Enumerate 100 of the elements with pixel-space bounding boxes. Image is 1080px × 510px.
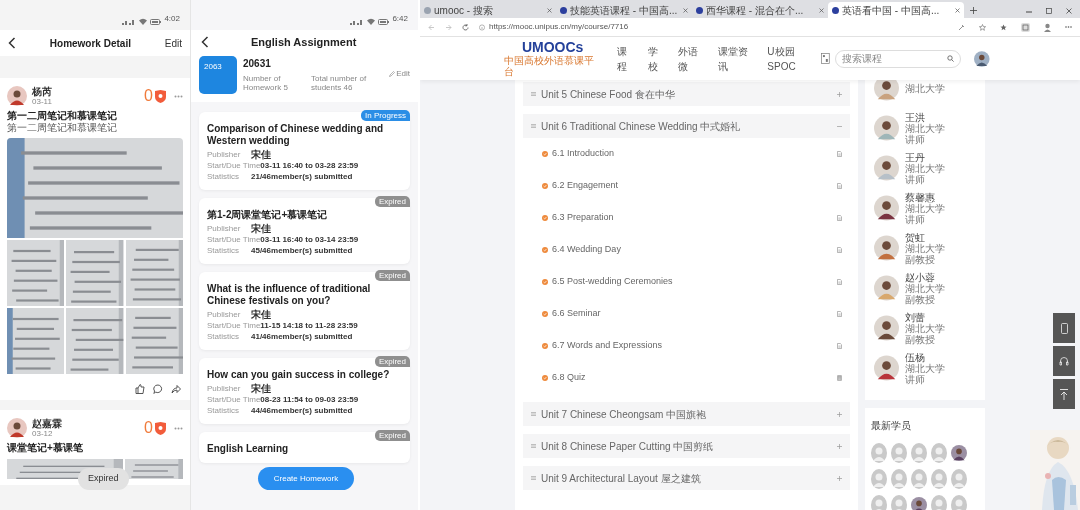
collections-icon[interactable]	[1021, 22, 1030, 32]
favorites-icon[interactable]	[1000, 23, 1007, 31]
thumbs-up-icon[interactable]	[135, 384, 145, 394]
default-avatar-icon[interactable]	[871, 443, 887, 463]
back-to-top-button[interactable]	[1053, 379, 1075, 409]
score: 0	[144, 420, 153, 436]
document-icon[interactable]	[837, 279, 842, 285]
assignment-card[interactable]: Expired What is the influence of traditional Chinese festivals on you? Publisher 宋佳 Start/Due Time11-15 14:18 to 11-28 23:59 Statistics 41/46member(s) submitted	[199, 272, 410, 350]
lesson-title: 6.7 Words and Expressions	[552, 339, 662, 353]
close-icon[interactable]	[955, 7, 960, 13]
default-avatar-icon[interactable]	[911, 469, 927, 489]
student-count: Total number of students 46	[311, 74, 368, 92]
qr-code-icon[interactable]	[820, 53, 830, 64]
document-icon[interactable]	[837, 311, 842, 317]
teacher-name[interactable]: 贺虹	[905, 231, 945, 243]
nav-link[interactable]: 课堂资讯	[717, 43, 757, 74]
default-avatar-icon[interactable]	[891, 443, 907, 463]
default-avatar-icon[interactable]	[871, 469, 887, 489]
unit-title: Unit 9 Architectural Layout 屋之建筑	[541, 471, 701, 486]
assignment-card[interactable]: Expired How can you gain success in college? Publisher 宋佳 Start/Due Time08-23 11:54 to 09-03 23:59 Statistics 44/46member(s) submitted	[199, 358, 410, 424]
teacher-name[interactable]: 王丹	[905, 151, 945, 163]
star-icon[interactable]	[979, 23, 986, 31]
default-avatar-icon[interactable]	[891, 469, 907, 489]
more-icon[interactable]	[174, 94, 183, 98]
browser-tab[interactable]: 英语看中国 - 中国高...	[828, 2, 964, 18]
assignment-card[interactable]: Expired 第1-2周课堂笔记+慕课笔记 Publisher 宋佳 Start/Due Time03-11 16:40 to 03-14 23:59 Statistics 45/46member(s) submitted	[199, 198, 410, 264]
close-icon[interactable]	[547, 7, 552, 13]
site-logo[interactable]: UMOOCs	[521, 40, 584, 55]
collapse-icon[interactable]	[837, 123, 842, 129]
assignment-card[interactable]: In Progress Comparison of Chinese wedding and Western wedding Publisher 宋佳 Start/Due Time03-11 16:40 to 03-28 23:59 Statistics 21/46member(s) submitted	[199, 112, 410, 190]
lesson-row[interactable]: 6.8 Quiz	[523, 362, 850, 394]
support-button[interactable]	[1053, 346, 1075, 376]
back-icon[interactable]	[201, 36, 209, 48]
teacher-name[interactable]: 王洪	[905, 111, 945, 123]
default-avatar-icon[interactable]	[951, 495, 967, 510]
check-badge-icon	[542, 311, 548, 317]
lesson-title: 6.4 Wedding Day	[552, 243, 621, 257]
lesson-row[interactable]: 6.4 Wedding Day	[523, 234, 850, 266]
new-tab-icon[interactable]	[970, 7, 977, 14]
nav-link[interactable]: 外语微	[677, 43, 707, 74]
edit-link[interactable]: Edit	[164, 35, 182, 51]
expand-icon[interactable]	[837, 475, 842, 481]
forward-icon[interactable]	[445, 23, 452, 31]
teacher-name[interactable]: 伍杨	[905, 351, 945, 363]
document-icon[interactable]	[837, 343, 842, 349]
lesson-row[interactable]: 6.1 Introduction	[523, 138, 850, 170]
mobile-app-button[interactable]	[1053, 313, 1075, 343]
time-range: 11-15 14:18 to 11-28 23:59	[260, 321, 358, 331]
comment-icon[interactable]	[153, 384, 163, 394]
unit-row[interactable]: Unit 6 Traditional Chinese Wedding 中式婚礼	[523, 114, 850, 138]
lesson-row[interactable]: 6.3 Preparation	[523, 202, 850, 234]
quiz-icon[interactable]	[837, 375, 842, 381]
teacher-school: 湖北大学	[905, 122, 945, 134]
unit-row[interactable]: Unit 7 Chinese Cheongsam 中国旗袍	[523, 402, 850, 426]
assignment-title: English Learning	[207, 443, 290, 455]
lesson-row[interactable]: 6.6 Seminar	[523, 298, 850, 330]
default-avatar-icon[interactable]	[911, 443, 927, 463]
expand-icon[interactable]	[837, 91, 842, 97]
nav-link[interactable]: 学校	[647, 43, 667, 74]
profile-icon[interactable]	[1044, 22, 1051, 32]
default-avatar-icon[interactable]	[931, 495, 947, 510]
teacher-name[interactable]: 蔡馨惠	[905, 191, 945, 203]
teacher-name[interactable]: 刘蕾	[905, 311, 945, 323]
document-icon[interactable]	[837, 215, 842, 221]
default-avatar-icon[interactable]	[891, 495, 907, 510]
document-icon[interactable]	[837, 183, 842, 189]
close-icon[interactable]	[1066, 8, 1072, 14]
read-aloud-icon[interactable]	[958, 23, 965, 31]
lesson-row[interactable]: 6.5 Post-wedding Ceremonies	[523, 266, 850, 298]
document-icon[interactable]	[837, 151, 842, 157]
expand-icon[interactable]	[837, 443, 842, 449]
maximize-icon[interactable]	[1046, 8, 1052, 14]
default-avatar-icon[interactable]	[871, 495, 887, 510]
unit-row[interactable]: Unit 8 Chinese Paper Cutting 中国剪纸	[523, 434, 850, 458]
assignment-card[interactable]: Expired English Learning	[199, 432, 410, 463]
share-icon[interactable]	[171, 384, 181, 394]
lesson-row[interactable]: 6.7 Words and Expressions	[523, 330, 850, 362]
edit-button[interactable]: Edit	[389, 68, 410, 80]
default-avatar-icon[interactable]	[951, 469, 967, 489]
search-icon[interactable]	[947, 55, 955, 62]
default-avatar-icon[interactable]	[931, 443, 947, 463]
avatar	[874, 353, 899, 383]
lesson-row[interactable]: 6.2 Engagement	[523, 170, 850, 202]
info-icon[interactable]	[479, 23, 485, 31]
nav-link[interactable]: U校园SPOC	[767, 43, 821, 74]
unit-row[interactable]: Unit 9 Architectural Layout 屋之建筑	[523, 466, 850, 490]
back-icon[interactable]	[8, 37, 16, 49]
address-bar-url[interactable]: https://mooc.unipus.cn/my/course/7716	[489, 21, 629, 33]
teacher-school: 湖北大学	[905, 322, 945, 334]
default-avatar-icon[interactable]	[931, 469, 947, 489]
assignment-title: What is the influence of traditional Chinese festivals on you?	[207, 283, 372, 307]
unit-row[interactable]: Unit 5 Chinese Food 食在中华	[523, 82, 850, 106]
close-icon[interactable]	[819, 7, 824, 13]
document-icon[interactable]	[837, 247, 842, 253]
expand-icon[interactable]	[837, 411, 842, 417]
teacher-name[interactable]: 赵小蓉	[905, 271, 945, 283]
close-icon[interactable]	[683, 7, 688, 13]
nav-link[interactable]: 课程	[617, 43, 637, 74]
more-icon[interactable]	[174, 426, 183, 430]
refresh-icon[interactable]	[462, 23, 469, 31]
